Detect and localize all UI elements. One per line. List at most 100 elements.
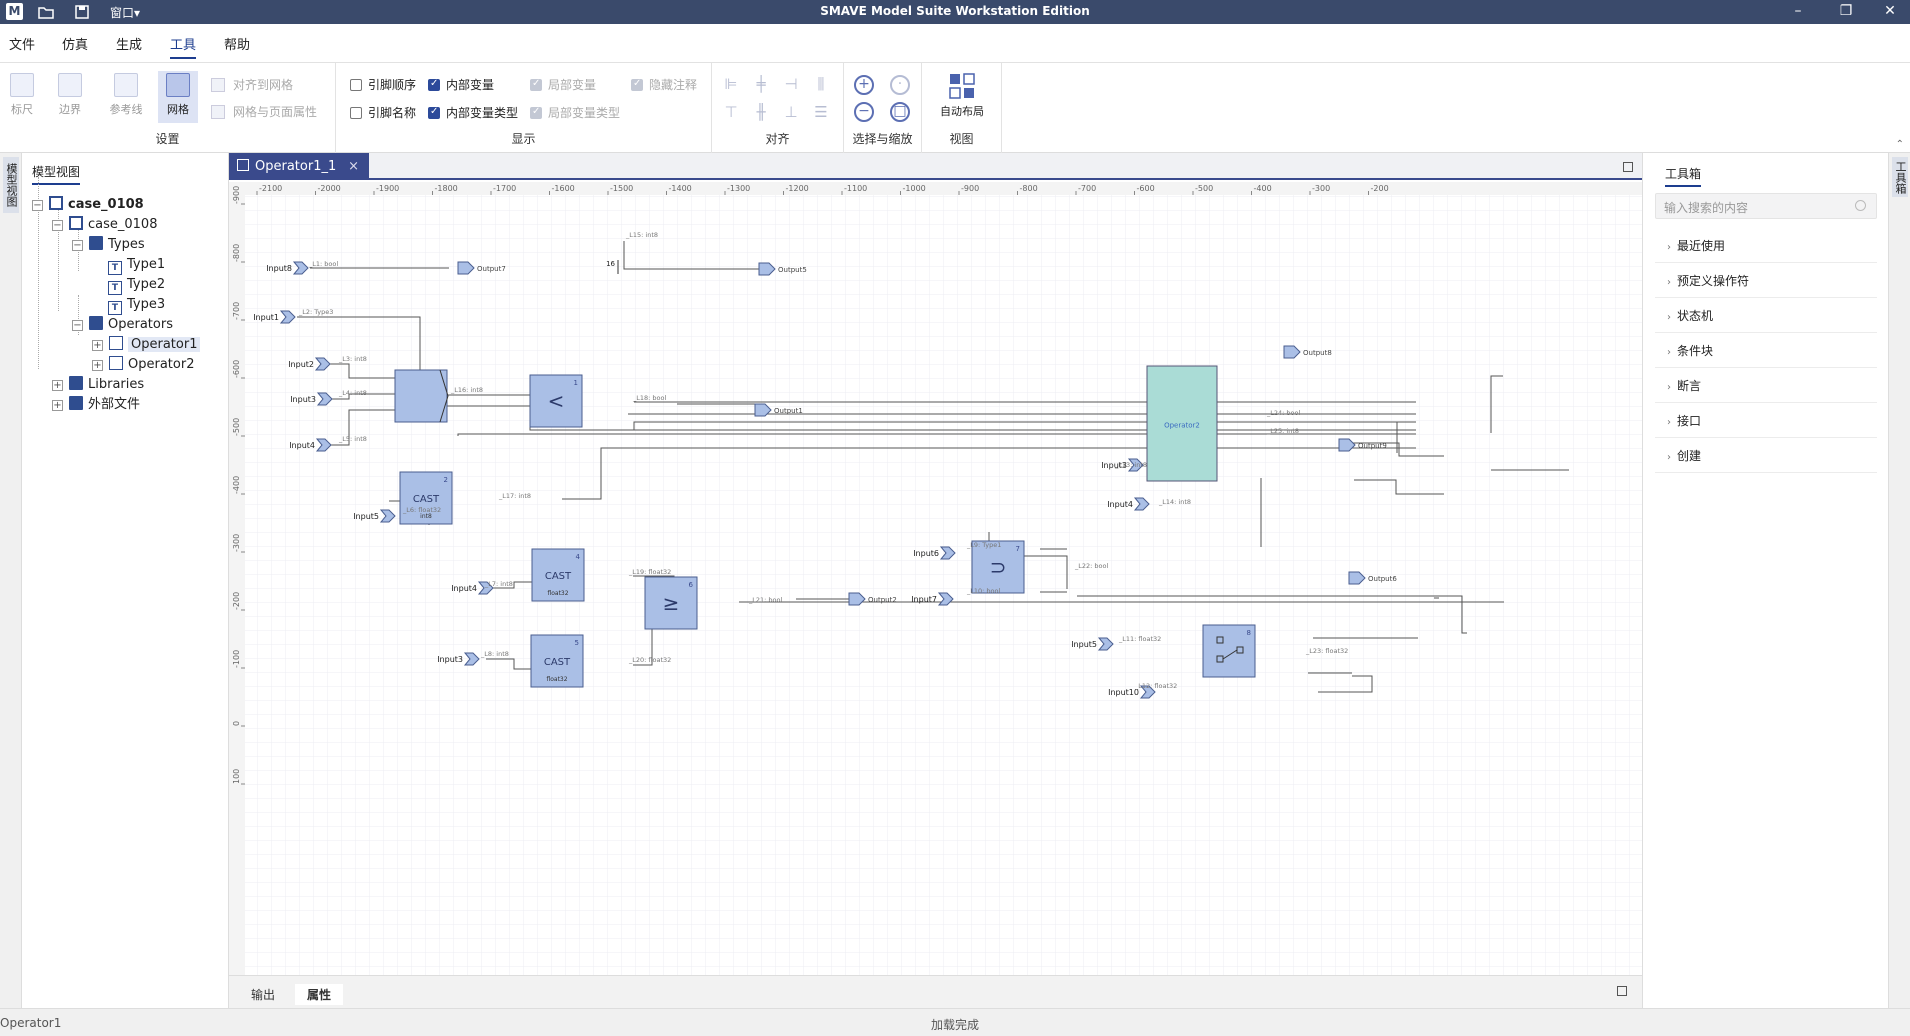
align-right-icon[interactable]: ⊣: [782, 75, 800, 93]
menu-file[interactable]: 文件: [9, 34, 35, 53]
output-port-label: Output5: [778, 266, 807, 274]
align-center-icon[interactable]: ╪: [752, 75, 770, 93]
tab-output[interactable]: 输出: [239, 984, 287, 1005]
toolbox-category-state-machine[interactable]: › 状态机: [1655, 299, 1877, 333]
block-subtype: float32: [546, 676, 567, 683]
grid-button[interactable]: 网格: [158, 71, 198, 123]
border-button[interactable]: 边界: [50, 71, 90, 123]
tree-node-type3[interactable]: T Type3: [108, 295, 165, 315]
local-var-checkbox[interactable]: 局部变量: [530, 76, 596, 93]
close-tab-icon[interactable]: ×: [348, 153, 359, 180]
expand-icon[interactable]: +: [52, 380, 63, 391]
menu-simulation[interactable]: 仿真: [62, 34, 88, 53]
toolbox-side-tab[interactable]: 工具箱: [1892, 157, 1908, 197]
zoom-fit-icon[interactable]: ·: [890, 75, 910, 95]
tree-node-root[interactable]: − case_0108: [32, 195, 144, 215]
toolbox-category-interface[interactable]: › 接口: [1655, 404, 1877, 438]
wire-label: _L4: int8: [338, 389, 367, 397]
tree-node-type1[interactable]: T Type1: [108, 255, 165, 275]
maximize-editor-icon[interactable]: [1623, 162, 1633, 172]
toolbox-category-create[interactable]: › 创建: [1655, 439, 1877, 473]
collapse-icon[interactable]: −: [52, 220, 63, 231]
distribute-v-icon[interactable]: ☰: [812, 103, 830, 121]
tree-node-operators[interactable]: − Operators: [72, 315, 173, 335]
ruler-icon: [10, 73, 34, 97]
menu-help[interactable]: 帮助: [224, 34, 250, 53]
model-tree-title: 模型视图: [32, 163, 81, 185]
operator-icon: [109, 356, 123, 370]
guides-button[interactable]: 参考线: [104, 71, 148, 123]
window-menu[interactable]: 窗口▾: [110, 4, 140, 21]
restore-button[interactable]: ❐: [1826, 0, 1866, 24]
tree-node-operator1[interactable]: + Operator1: [92, 335, 201, 355]
expand-icon[interactable]: +: [92, 340, 103, 351]
wire-label: _L2: Type3: [298, 308, 333, 316]
tree-node-operator2[interactable]: + Operator2: [92, 355, 194, 375]
zoom-in-icon[interactable]: +: [854, 75, 874, 95]
local-var-type-checkbox[interactable]: 局部变量类型: [530, 104, 620, 121]
toolbox-category-assertion[interactable]: › 断言: [1655, 369, 1877, 403]
grid-page-props-button[interactable]: 网格与页面属性: [211, 103, 317, 120]
tree-node-libraries[interactable]: + Libraries: [52, 375, 144, 395]
x-tick-label: -2000: [318, 184, 341, 193]
expand-icon[interactable]: +: [92, 360, 103, 371]
collapse-icon[interactable]: −: [32, 200, 43, 211]
zoom-select-icon[interactable]: □: [890, 102, 910, 122]
x-tick-label: -1900: [376, 184, 399, 193]
editor-tab-operator1[interactable]: Operator1_1 ×: [229, 153, 369, 180]
internal-var-type-checkbox[interactable]: 内部变量类型: [428, 104, 518, 121]
block-b1: [394, 369, 448, 423]
x-tick-label: -300: [1312, 184, 1330, 193]
distribute-h-icon[interactable]: ⫼: [812, 75, 830, 93]
collapse-ribbon-icon[interactable]: ⌃: [1896, 139, 1904, 150]
toolbox-category-predefined[interactable]: › 预定义操作符: [1655, 264, 1877, 298]
pin-order-checkbox[interactable]: 引脚顺序: [350, 76, 416, 93]
chevron-right-icon: ›: [1667, 277, 1671, 288]
auto-layout-button[interactable]: 自动布局: [934, 71, 990, 123]
expand-icon[interactable]: +: [52, 400, 63, 411]
block-number: 8: [1247, 629, 1251, 637]
tree-node-external-files[interactable]: + 外部文件: [52, 395, 140, 415]
pin-name-checkbox[interactable]: 引脚名称: [350, 104, 416, 121]
toolbox-category-recent[interactable]: › 最近使用: [1655, 229, 1877, 263]
model-view-side-tab[interactable]: 模型视图: [3, 157, 19, 213]
align-to-grid-button[interactable]: 对齐到网格: [211, 76, 293, 93]
align-bottom-icon[interactable]: ⊥: [782, 103, 800, 121]
ruler-button[interactable]: 标尺: [2, 71, 42, 123]
tree-node-types[interactable]: − Types: [72, 235, 145, 255]
toolbox-search-input[interactable]: 输入搜索的内容: [1655, 193, 1877, 219]
wire-label: _L10: bool: [966, 587, 1000, 595]
search-icon[interactable]: [1855, 200, 1866, 211]
save-icon[interactable]: [74, 4, 90, 20]
wire-label: _L18: bool: [632, 394, 666, 402]
block-title: CAST: [544, 657, 571, 668]
internal-var-checkbox[interactable]: 内部变量: [428, 76, 494, 93]
tree-node-type2[interactable]: T Type2: [108, 275, 165, 295]
block-number: 1: [574, 379, 578, 387]
collapse-icon[interactable]: −: [72, 320, 83, 331]
output-port-label: Output9: [1358, 442, 1387, 450]
block-number: 7: [1016, 545, 1020, 553]
hide-comments-checkbox[interactable]: 隐藏注释: [631, 76, 697, 93]
tab-properties[interactable]: 属性: [295, 984, 344, 1005]
model-icon: [69, 216, 83, 230]
align-top-icon[interactable]: ⊤: [722, 103, 740, 121]
diagram-canvas[interactable]: -2100 -2000 -1900 -1800 -1700 -1600 -1500 -1400…: [229, 182, 1642, 975]
output-port-label: Output8: [1303, 349, 1332, 357]
menu-tools[interactable]: 工具: [170, 34, 197, 59]
align-left-icon[interactable]: ⊫: [722, 75, 740, 93]
menu-generate[interactable]: 生成: [116, 34, 142, 53]
border-icon: [58, 73, 82, 97]
minimize-button[interactable]: –: [1778, 0, 1818, 24]
wire-label: _L12: float32: [1134, 682, 1177, 690]
align-middle-icon[interactable]: ╫: [752, 103, 770, 121]
toolbox-category-conditional[interactable]: › 条件块: [1655, 334, 1877, 368]
maximize-bottom-icon[interactable]: [1617, 986, 1627, 996]
zoom-out-icon[interactable]: −: [854, 102, 874, 122]
close-button[interactable]: ✕: [1870, 0, 1910, 24]
tree-node-model[interactable]: − case_0108: [52, 215, 157, 235]
zoom-group-label: 选择与缩放: [852, 132, 913, 146]
collapse-icon[interactable]: −: [72, 240, 83, 251]
open-folder-icon[interactable]: [38, 4, 54, 20]
diagram-editor: Operator1_1 × -2100 -2000 -1900 -1800 -1700 -1…: [229, 153, 1642, 975]
